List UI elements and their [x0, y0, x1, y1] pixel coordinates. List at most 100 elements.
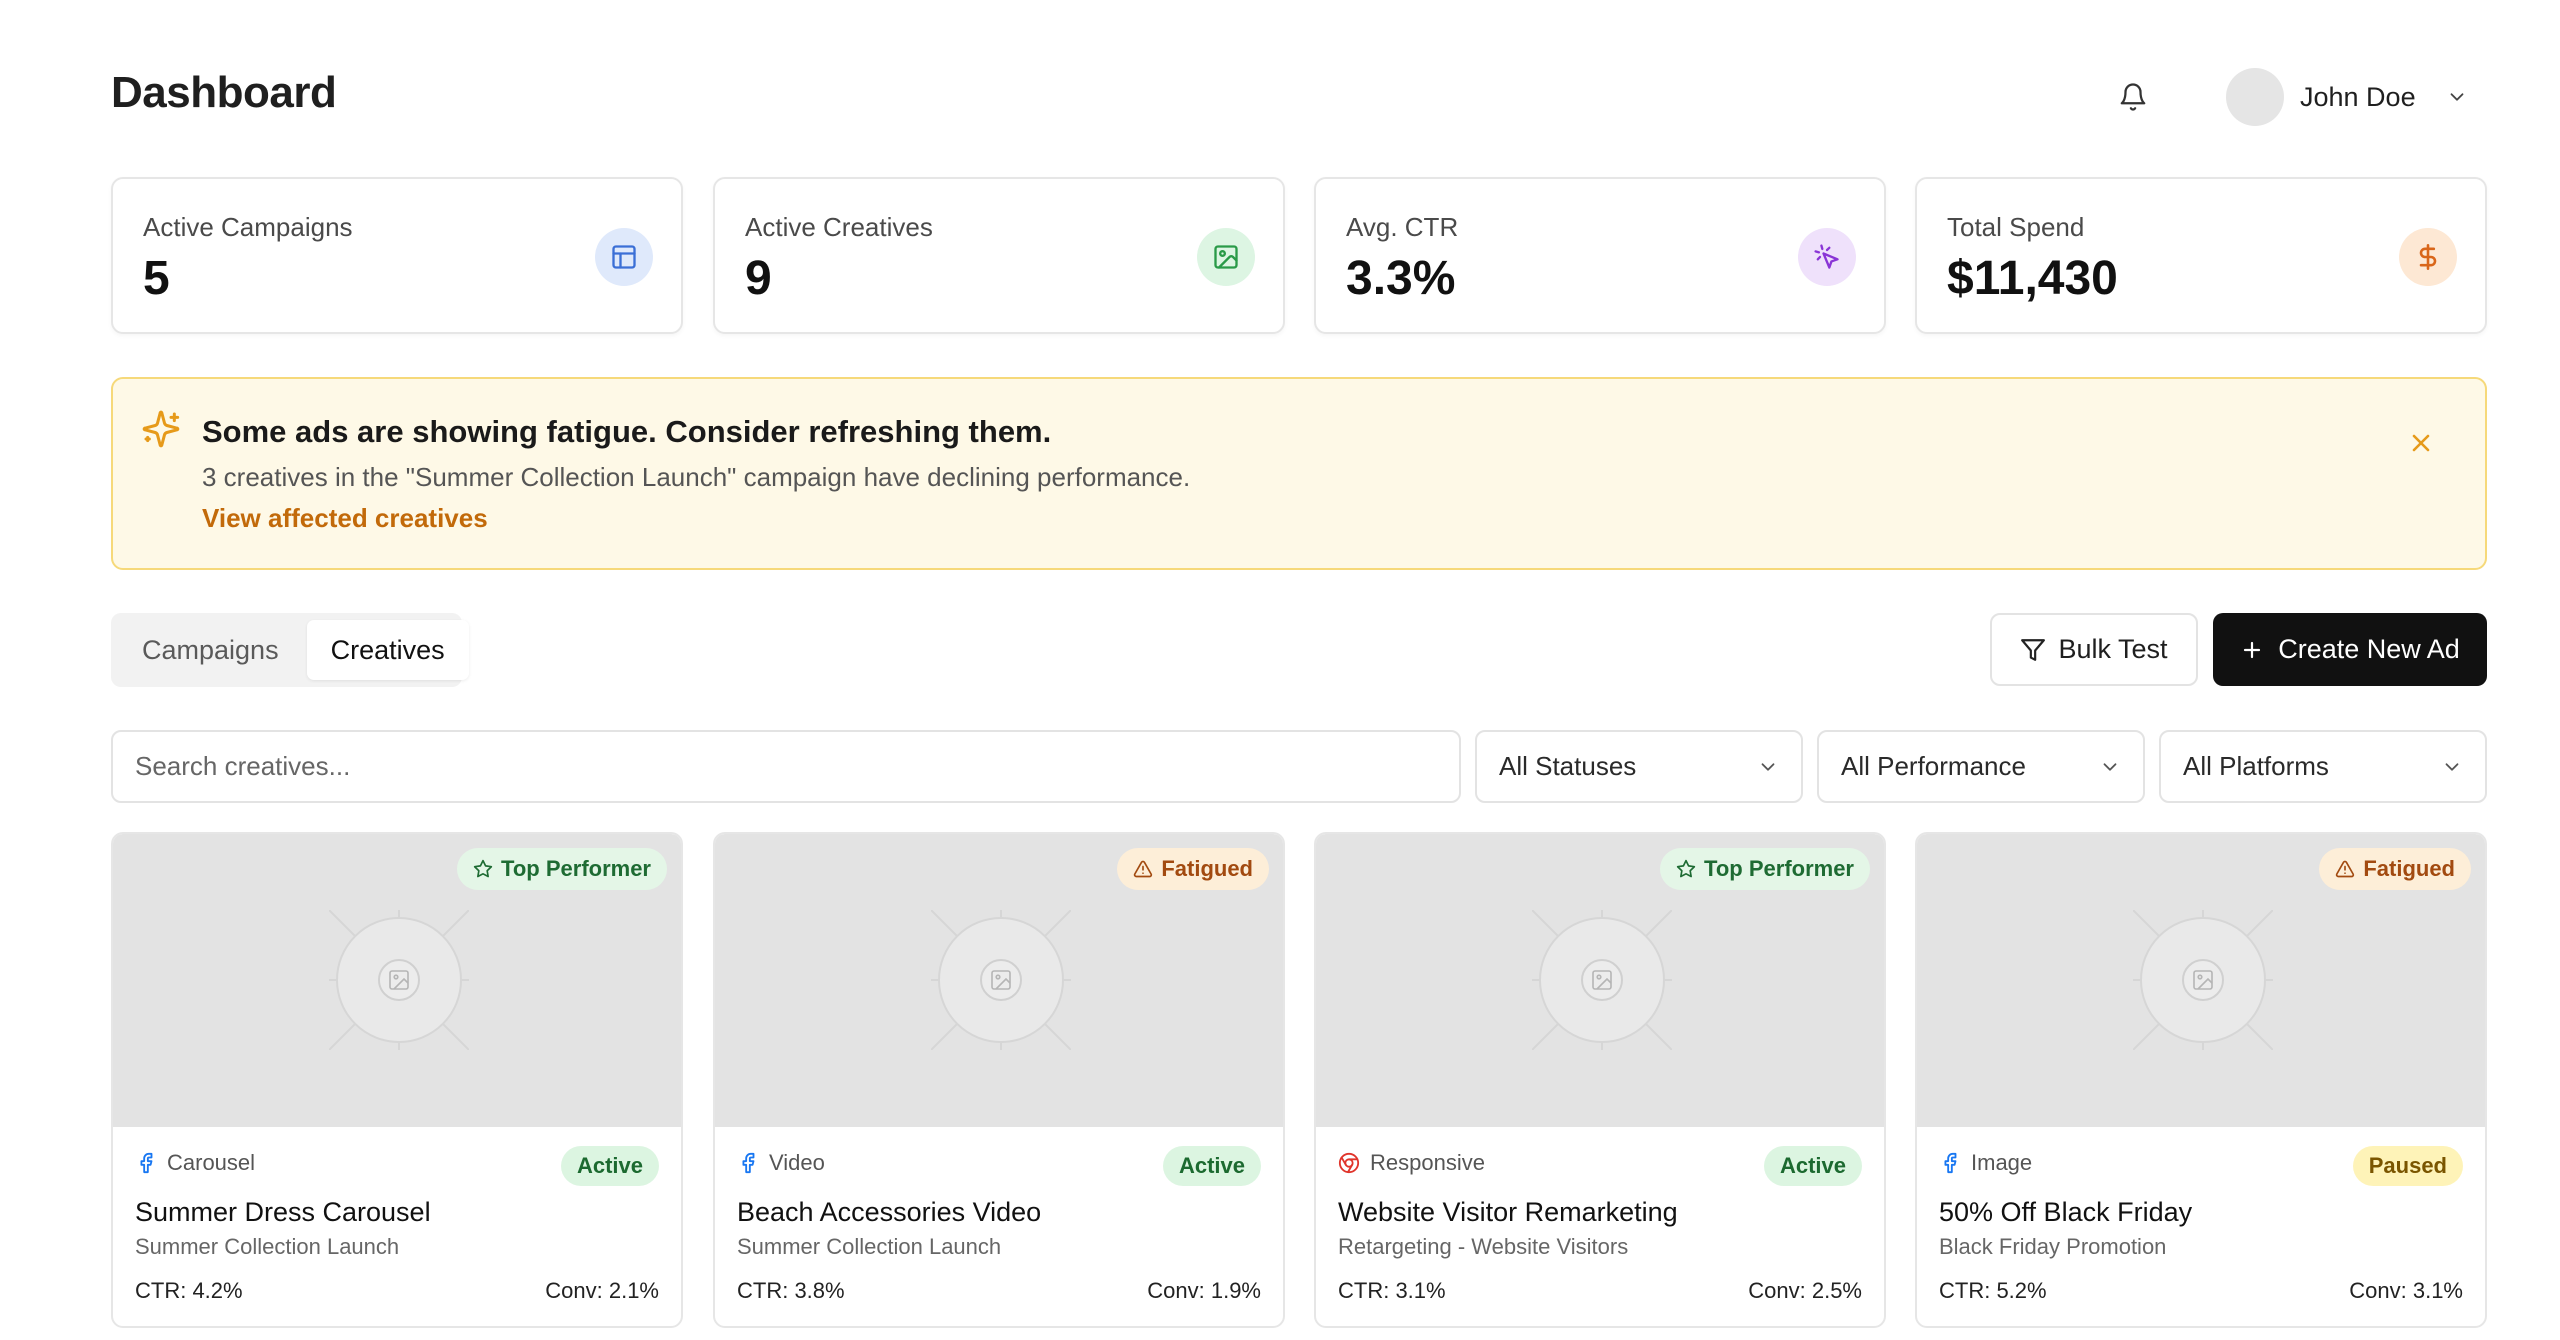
search-input[interactable]: [111, 730, 1461, 803]
star-icon: [1676, 859, 1696, 878]
stat-value: 3.3%: [1346, 252, 1456, 305]
creative-thumbnail: Top Performer: [1316, 834, 1884, 1127]
bulk-test-label: Bulk Test: [2058, 634, 2168, 664]
close-icon[interactable]: [2407, 429, 2435, 457]
chevron-down-icon: [1761, 762, 1775, 771]
performance-filter-select[interactable]: All Performance: [1817, 730, 2145, 803]
performance-badge: Fatigued: [2319, 848, 2471, 890]
image-placeholder-icon: [1532, 910, 1672, 1050]
plus-icon: [2244, 641, 2261, 658]
creative-card[interactable]: Fatigued Image Paused 50% Off Black Frid…: [1915, 832, 2487, 1328]
image-icon: [1197, 228, 1255, 286]
bell-icon[interactable]: [2116, 80, 2150, 114]
creative-ctr: CTR: 3.8%: [737, 1278, 845, 1303]
stat-label: Total Spend: [1947, 212, 2085, 242]
page-title: Dashboard: [111, 68, 337, 117]
platforms-filter-select[interactable]: All Platforms: [2159, 730, 2487, 803]
stat-value: 5: [143, 252, 170, 305]
creative-ctr: CTR: 5.2%: [1939, 1278, 2047, 1303]
status-badge: Paused: [2352, 1146, 2463, 1186]
creative-conv: Conv: 2.1%: [545, 1278, 659, 1303]
performance-badge: Fatigued: [1117, 848, 1269, 890]
layout-icon: [595, 228, 653, 286]
facebook-icon: [1944, 1152, 1957, 1174]
performance-badge-label: Top Performer: [501, 856, 651, 881]
stat-label: Avg. CTR: [1346, 212, 1459, 242]
creative-card[interactable]: Top Performer Carousel Active Summer Dre…: [111, 832, 683, 1328]
creative-campaign: Summer Collection Launch: [737, 1234, 1002, 1259]
status-filter-value: All Statuses: [1499, 751, 1637, 781]
image-placeholder-icon: [329, 910, 469, 1050]
creative-format: Video: [769, 1150, 825, 1175]
creative-campaign: Retargeting - Website Visitors: [1338, 1234, 1629, 1259]
status-badge: Active: [1763, 1146, 1862, 1186]
stat-value: $11,430: [1947, 252, 2118, 305]
status-filter-select[interactable]: All Statuses: [1475, 730, 1803, 803]
performance-badge: Top Performer: [457, 848, 667, 890]
image-placeholder-icon: [2133, 910, 2273, 1050]
stat-label: Active Campaigns: [143, 212, 353, 242]
sparkles-icon: [142, 410, 180, 448]
creative-format: Carousel: [167, 1150, 256, 1175]
creative-campaign: Black Friday Promotion: [1939, 1234, 2167, 1259]
creative-meta: Carousel: [135, 1150, 255, 1176]
creative-title: Website Visitor Remarketing: [1338, 1197, 1678, 1227]
creative-format: Image: [1971, 1150, 2033, 1175]
creative-conv: Conv: 3.1%: [2349, 1278, 2463, 1303]
stat-card-avg-ctr: Avg. CTR 3.3%: [1314, 177, 1886, 334]
creative-thumbnail: Top Performer: [113, 834, 681, 1127]
user-name: John Doe: [2300, 81, 2416, 112]
user-menu[interactable]: John Doe: [2226, 68, 2468, 126]
cursor-click-icon: [1798, 228, 1856, 286]
creative-title: 50% Off Black Friday: [1939, 1197, 2193, 1227]
creative-meta: Image: [1939, 1150, 2032, 1176]
creative-format: Responsive: [1370, 1150, 1485, 1175]
warning-triangle-icon: [2336, 860, 2355, 878]
stat-card-total-spend: Total Spend $11,430: [1915, 177, 2487, 334]
creative-card[interactable]: Fatigued Video Active Beach Accessories …: [713, 832, 1285, 1328]
view-affected-creatives-link[interactable]: View affected creatives: [202, 503, 488, 534]
chevron-down-icon: [2103, 762, 2117, 771]
facebook-icon: [140, 1152, 153, 1174]
chevron-down-icon: [2450, 93, 2464, 101]
creative-thumbnail: Fatigued: [1917, 834, 2485, 1127]
creative-title: Summer Dress Carousel: [135, 1197, 431, 1227]
creative-meta: Video: [737, 1150, 825, 1176]
chrome-icon: [1338, 1152, 1360, 1174]
stat-card-active-campaigns: Active Campaigns 5: [111, 177, 683, 334]
stat-label: Active Creatives: [745, 212, 933, 242]
bulk-test-button[interactable]: Bulk Test: [1990, 613, 2198, 686]
performance-badge: Top Performer: [1660, 848, 1870, 890]
warning-triangle-icon: [1134, 860, 1153, 878]
creative-ctr: CTR: 4.2%: [135, 1278, 243, 1303]
dollar-icon: [2399, 228, 2457, 286]
dashboard-page: Dashboard John Doe Active Campaigns 5 Ac…: [0, 0, 2560, 1340]
stat-card-active-creatives: Active Creatives 9: [713, 177, 1285, 334]
avatar[interactable]: [2226, 68, 2284, 126]
creative-card[interactable]: Top Performer Responsive Active Website …: [1314, 832, 1886, 1328]
creative-thumbnail: Fatigued: [715, 834, 1283, 1127]
performance-badge-label: Fatigued: [2363, 856, 2455, 881]
creative-ctr: CTR: 3.1%: [1338, 1278, 1446, 1303]
tab-creatives[interactable]: Creatives: [306, 620, 469, 680]
creative-conv: Conv: 1.9%: [1147, 1278, 1261, 1303]
filter-icon: [2021, 638, 2046, 661]
performance-badge-label: Top Performer: [1704, 856, 1854, 881]
status-badge: Active: [560, 1146, 659, 1186]
facebook-icon: [742, 1152, 755, 1174]
create-new-ad-label: Create New Ad: [2278, 634, 2460, 664]
creative-title: Beach Accessories Video: [737, 1197, 1042, 1227]
creative-meta: Responsive: [1338, 1150, 1485, 1176]
fatigue-alert: Some ads are showing fatigue. Consider r…: [111, 377, 2487, 570]
creative-conv: Conv: 2.5%: [1748, 1278, 1862, 1303]
view-tabs: Campaigns Creatives: [111, 613, 469, 687]
alert-title: Some ads are showing fatigue. Consider r…: [202, 414, 1052, 449]
platforms-filter-value: All Platforms: [2183, 751, 2329, 781]
performance-filter-value: All Performance: [1841, 751, 2026, 781]
image-placeholder-icon: [931, 910, 1071, 1050]
chevron-down-icon: [2445, 762, 2459, 771]
tab-campaigns[interactable]: Campaigns: [118, 620, 303, 680]
create-new-ad-button[interactable]: Create New Ad: [2213, 613, 2487, 686]
status-badge: Active: [1162, 1146, 1261, 1186]
alert-description: 3 creatives in the "Summer Collection La…: [202, 462, 1191, 492]
